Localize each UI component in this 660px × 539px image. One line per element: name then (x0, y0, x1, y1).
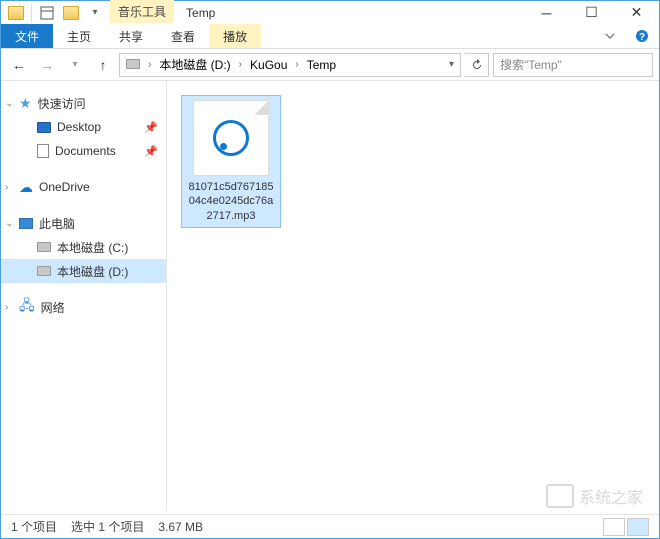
sidebar-item-label: 此电脑 (39, 215, 75, 232)
status-selection: 选中 1 个项目 (71, 518, 144, 535)
window-title: Temp (174, 6, 524, 20)
up-button[interactable]: ↑ (91, 53, 115, 77)
sidebar-item-label: OneDrive (39, 180, 90, 194)
sidebar-drive-d[interactable]: 本地磁盘 (D:) (1, 259, 166, 283)
close-button[interactable]: ✕ (614, 1, 659, 24)
refresh-button[interactable] (465, 53, 489, 77)
status-item-count: 1 个项目 (11, 518, 57, 535)
chevron-right-icon[interactable]: › (144, 59, 155, 70)
tab-file[interactable]: 文件 (1, 24, 53, 48)
tab-share[interactable]: 共享 (105, 24, 157, 48)
breadcrumb-folder2[interactable]: Temp (303, 58, 340, 72)
sidebar-item-label: 本地磁盘 (D:) (57, 263, 128, 280)
star-icon: ★ (19, 95, 32, 112)
search-input[interactable]: 搜索"Temp" (493, 53, 653, 77)
context-tab-label: 音乐工具 (110, 0, 174, 25)
forward-button[interactable]: → (35, 53, 59, 77)
sidebar-quick-access[interactable]: ⌄★快速访问 (1, 91, 166, 115)
help-button[interactable]: ? (625, 24, 659, 48)
drive-icon[interactable] (122, 58, 144, 72)
breadcrumb-folder1[interactable]: KuGou (246, 58, 291, 72)
file-item[interactable]: 81071c5d76718504c4e0245dc76a2717.mp3 (181, 95, 281, 228)
drive-icon (37, 242, 51, 252)
pc-icon (19, 218, 33, 229)
divider (31, 4, 32, 22)
breadcrumb-drive[interactable]: 本地磁盘 (D:) (155, 56, 234, 73)
window-controls: ─ ☐ ✕ (524, 1, 659, 24)
sidebar-item-label: Documents (55, 144, 116, 158)
sidebar-network[interactable]: ›🖧网络 (1, 295, 166, 319)
status-size: 3.67 MB (158, 520, 203, 534)
minimize-button[interactable]: ─ (524, 1, 569, 24)
sidebar-this-pc[interactable]: ⌄此电脑 (1, 211, 166, 235)
body: ⌄★快速访问 Desktop📌 Documents📌 ›☁OneDrive ⌄此… (1, 81, 659, 511)
chevron-right-icon[interactable]: › (291, 59, 302, 70)
sidebar-drive-c[interactable]: 本地磁盘 (C:) (1, 235, 166, 259)
navigation-pane: ⌄★快速访问 Desktop📌 Documents📌 ›☁OneDrive ⌄此… (1, 81, 167, 511)
expand-ribbon-icon[interactable] (595, 24, 625, 48)
properties-icon[interactable] (36, 2, 58, 24)
ribbon-tabs: 文件 主页 共享 查看 播放 ? (1, 24, 659, 49)
sidebar-item-label: 本地磁盘 (C:) (57, 239, 128, 256)
desktop-icon (37, 122, 51, 133)
address-bar: ← → ▾ ↑ › 本地磁盘 (D:) › KuGou › Temp ▾ 搜索"… (1, 49, 659, 81)
details-view-button[interactable] (603, 518, 625, 536)
document-icon (37, 144, 49, 158)
sidebar-item-label: Desktop (57, 120, 101, 134)
sidebar-item-label: 网络 (41, 299, 65, 316)
sidebar-item-label: 快速访问 (38, 95, 86, 112)
tab-play[interactable]: 播放 (209, 24, 261, 48)
onedrive-icon: ☁ (19, 179, 33, 196)
recent-dropdown-icon[interactable]: ▾ (63, 53, 87, 77)
drive-icon (37, 266, 51, 276)
tab-view[interactable]: 查看 (157, 24, 209, 48)
folder-icon[interactable] (5, 2, 27, 24)
chevron-right-icon[interactable]: › (235, 59, 246, 70)
sidebar-documents[interactable]: Documents 📌 (1, 139, 166, 163)
qat-dropdown-icon[interactable]: ▾ (84, 2, 106, 24)
back-button[interactable]: ← (7, 53, 31, 77)
status-bar: 1 个项目 选中 1 个项目 3.67 MB (1, 514, 659, 538)
content-pane[interactable]: 81071c5d76718504c4e0245dc76a2717.mp3 (167, 81, 659, 511)
breadcrumb-dropdown-icon[interactable]: ▾ (445, 59, 458, 70)
svg-text:?: ? (639, 32, 645, 43)
network-icon: 🖧 (19, 295, 35, 319)
sidebar-desktop[interactable]: Desktop 📌 (1, 115, 166, 139)
titlebar: ▾ 音乐工具 Temp ─ ☐ ✕ (1, 1, 659, 24)
tab-home[interactable]: 主页 (53, 24, 105, 48)
sidebar-onedrive[interactable]: ›☁OneDrive (1, 175, 166, 199)
view-toggle (603, 518, 649, 536)
breadcrumb[interactable]: › 本地磁盘 (D:) › KuGou › Temp ▾ (119, 53, 461, 77)
icons-view-button[interactable] (627, 518, 649, 536)
pin-icon: 📌 (144, 145, 158, 158)
file-name: 81071c5d76718504c4e0245dc76a2717.mp3 (186, 180, 276, 223)
maximize-button[interactable]: ☐ (569, 1, 614, 24)
music-file-icon (193, 100, 269, 176)
pin-icon: 📌 (144, 121, 158, 134)
quick-access-toolbar: ▾ (1, 2, 110, 24)
new-folder-icon[interactable] (60, 2, 82, 24)
